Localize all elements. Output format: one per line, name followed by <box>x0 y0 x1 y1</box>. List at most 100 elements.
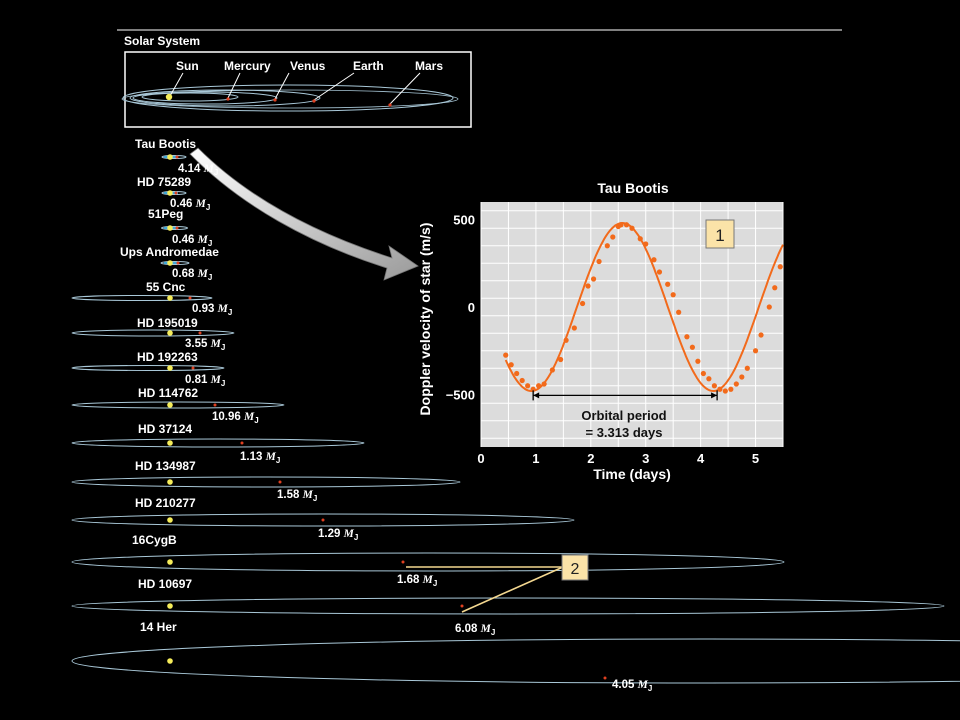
data-point <box>777 264 783 270</box>
star-dot <box>167 365 173 371</box>
y-tick-label: 500 <box>453 213 475 228</box>
system-name: HD 134987 <box>135 459 196 473</box>
system-orbit <box>71 597 945 615</box>
system-orbit <box>71 552 785 572</box>
system-orbit <box>71 401 285 409</box>
data-point <box>676 309 682 315</box>
data-point <box>508 362 514 368</box>
data-point <box>519 377 525 384</box>
data-point <box>618 222 624 228</box>
data-point <box>596 258 602 265</box>
earth-label: Earth <box>353 59 384 73</box>
data-point <box>604 243 610 249</box>
system-name: 51Peg <box>148 207 183 221</box>
star-dot <box>167 517 173 523</box>
star-dot <box>167 154 173 160</box>
system-orbit <box>71 329 235 337</box>
data-point <box>706 376 712 382</box>
data-point <box>549 367 555 373</box>
x-tick-label: 3 <box>642 451 649 466</box>
tau-bootis-chart: Tau Bootis 0 1 2 3 4 5 −500 0 500 Orbital period… <box>417 180 784 482</box>
system-orbit <box>71 365 225 371</box>
planet-dot <box>401 560 405 564</box>
star-dot <box>167 658 173 664</box>
planet-mass: 6.08 MJ <box>455 623 495 637</box>
planet-mass: 10.96 MJ <box>212 411 259 425</box>
x-axis-label: Time (days) <box>593 466 671 482</box>
system-name: HD 37124 <box>138 422 192 436</box>
x-tick-label: 5 <box>752 451 759 466</box>
data-point <box>665 281 671 287</box>
y-tick-label: −500 <box>446 388 475 403</box>
data-point <box>536 383 542 389</box>
data-point <box>670 292 676 298</box>
data-point <box>656 269 663 275</box>
data-point <box>637 236 643 242</box>
planet-dot <box>175 155 179 159</box>
planet-dot <box>198 331 202 335</box>
data-point <box>590 276 597 282</box>
planet-mass: 0.93 MJ <box>192 303 232 317</box>
x-tick-label: 2 <box>587 451 594 466</box>
planet-dot <box>213 403 217 407</box>
planet-dot <box>460 604 464 608</box>
data-point <box>563 337 569 343</box>
system-name: Tau Bootis <box>135 137 196 151</box>
period-label-line1: Orbital period <box>581 408 666 423</box>
data-point <box>772 285 778 291</box>
star-dot <box>167 225 173 231</box>
planet-mass: 1.58 MJ <box>277 489 317 503</box>
star-dot <box>167 260 173 266</box>
system-2: 51Peg0.46 MJ <box>148 207 212 248</box>
data-point <box>585 283 591 289</box>
system-orbit <box>71 438 365 448</box>
star-dot <box>167 603 173 609</box>
mars-dot <box>388 103 392 107</box>
venus-label: Venus <box>290 59 326 73</box>
data-point <box>739 374 745 380</box>
planet-dot <box>175 226 179 230</box>
system-6: HD 1922630.81 MJ <box>71 350 225 388</box>
sun-dot <box>165 93 173 101</box>
planet-dot <box>240 441 244 445</box>
chart-title: Tau Bootis <box>597 180 669 196</box>
system-name: HD 114762 <box>138 386 198 400</box>
mars-label: Mars <box>415 59 443 73</box>
system-5: HD 1950193.55 MJ <box>71 316 235 352</box>
star-dot <box>167 402 173 408</box>
planet-dot <box>174 191 178 195</box>
system-name: HD 195019 <box>137 316 198 330</box>
y-tick-label: 0 <box>468 300 475 315</box>
data-point <box>711 383 717 389</box>
star-dot <box>167 440 173 446</box>
planet-dot <box>321 518 325 522</box>
system-name: 16CygB <box>132 533 177 547</box>
venus-dot <box>273 98 277 102</box>
system-9: HD 134987 1.58 MJ <box>71 459 461 503</box>
system-8: HD 37124 1.13 MJ <box>71 422 365 465</box>
planet-mass: 1.29 MJ <box>318 528 358 542</box>
planet-mass: 1.13 MJ <box>240 451 280 465</box>
planet-mass: 4.05 MJ <box>612 679 652 693</box>
data-point <box>717 386 723 392</box>
x-tick-label: 0 <box>477 451 484 466</box>
star-dot <box>167 559 173 565</box>
callout-two-line-b <box>461 566 564 613</box>
data-point <box>722 388 728 394</box>
earth-pointer <box>313 72 355 101</box>
data-point <box>684 334 690 340</box>
data-point <box>571 325 577 331</box>
x-tick-label: 1 <box>532 451 539 466</box>
data-point <box>766 304 772 310</box>
data-point <box>651 257 657 263</box>
period-label-line2: = 3.313 days <box>586 425 663 440</box>
data-point <box>758 332 764 338</box>
star-dot <box>167 330 173 336</box>
data-point <box>514 370 520 377</box>
figure: Solar System Sun Mercury Venus Earth Mar… <box>71 29 960 693</box>
star-dot <box>167 295 173 301</box>
planet-mass: 1.68 MJ <box>397 574 437 588</box>
data-point <box>643 241 649 247</box>
solar-system-panel: Solar System Sun Mercury Venus Earth Mar… <box>121 34 472 128</box>
venus-pointer <box>274 72 290 100</box>
